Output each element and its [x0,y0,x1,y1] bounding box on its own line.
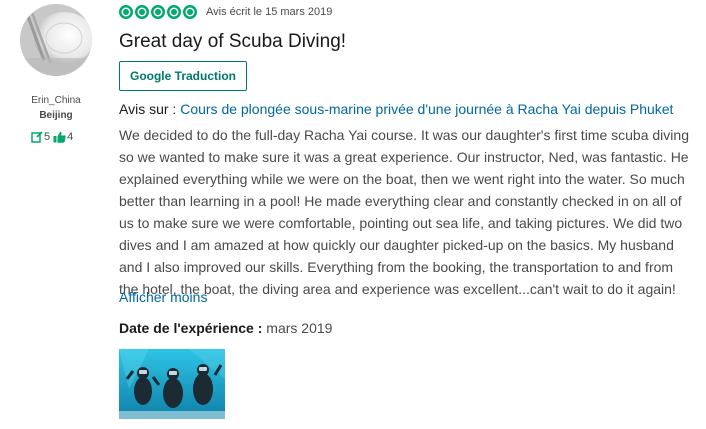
review-photo[interactable] [119,349,225,419]
reviewer-name[interactable]: Erin_China [20,95,92,106]
review-body-line: dives and I am amazed at how quickly our… [119,237,674,253]
google-translate-button[interactable]: Google Traduction [119,61,247,91]
reviewer-location: Beijing [39,110,73,121]
rating-bubble-icon [135,5,149,19]
review-date: Avis écrit le 15 mars 2019 [206,6,333,18]
experience-value: mars 2019 [266,320,333,336]
contributions-count: 5 [44,131,51,143]
diving-photo [119,349,225,419]
rating-bubble-icon [119,5,133,19]
review-body-line: us to make sure we were comfortable, poi… [119,215,683,231]
review-title[interactable]: Great day of Scuba Diving! [119,31,346,53]
review-body-line: explained everything while we were on th… [119,171,685,187]
reviewer-stats: 5 4 [31,131,76,143]
review-body-line: and I also improved our skills. Everythi… [119,259,674,275]
show-less-link[interactable]: Afficher moins [119,289,207,305]
thumbs-up-icon [53,131,66,143]
review-about: Avis sur : Cours de plongée sous-marine … [119,101,673,117]
pencil-icon [31,131,43,143]
avatar[interactable] [20,4,92,76]
about-link[interactable]: Cours de plongée sous-marine privée d'un… [180,101,673,117]
about-label: Avis sur : [119,101,181,117]
review-body-line: We decided to do the full-day Racha Yai … [119,127,689,143]
review-body-line: so we wanted to make sure it was a great… [119,149,689,165]
rating-bubble-icon [183,5,197,19]
avatar-image [20,4,92,76]
review-body: We decided to do the full-day Racha Yai … [119,124,699,300]
rating: Avis écrit le 15 mars 2019 [119,5,332,19]
experience-label: Date de l'expérience : [119,320,267,336]
rating-bubble-icon [167,5,181,19]
experience-date: Date de l'expérience : mars 2019 [119,320,332,336]
rating-bubble-icon [151,5,165,19]
helpful-votes-count: 4 [67,131,74,143]
review-body-line: better than learning in a pool! He made … [119,193,682,209]
